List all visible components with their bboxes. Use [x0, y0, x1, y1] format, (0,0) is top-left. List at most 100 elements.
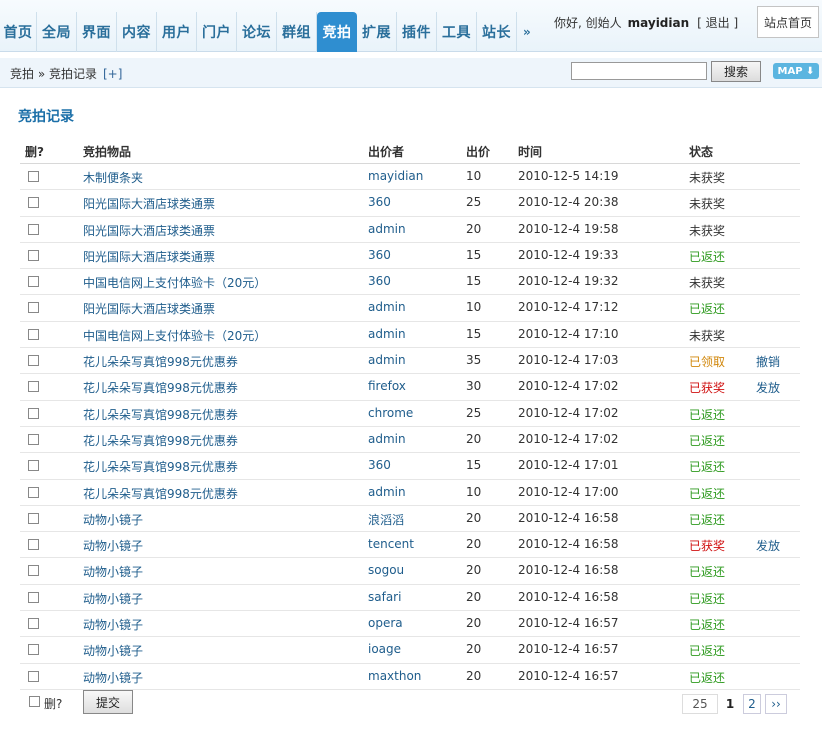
row-action-link[interactable]: 发放: [756, 537, 780, 554]
bidder-link[interactable]: tencent: [368, 537, 414, 551]
status-text: 未获奖: [689, 223, 726, 238]
row-action-link[interactable]: 发放: [756, 379, 780, 396]
nav-tab[interactable]: 站长: [477, 12, 517, 52]
item-link[interactable]: 动物小镜子: [83, 616, 143, 633]
item-link[interactable]: 花儿朵朵写真馆998元优惠券: [83, 432, 238, 449]
row-delete-checkbox[interactable]: [28, 565, 39, 577]
bidder-link[interactable]: maxthon: [368, 669, 421, 683]
item-link[interactable]: 阳光国际大酒店球类通票: [83, 195, 215, 212]
search-button[interactable]: 搜索: [711, 61, 761, 82]
row-delete-checkbox[interactable]: [28, 171, 39, 182]
item-link[interactable]: 花儿朵朵写真馆998元优惠券: [83, 458, 238, 475]
bidder-link[interactable]: admin: [368, 432, 406, 446]
site-home-button[interactable]: 站点首页: [757, 6, 819, 38]
add-shortcut-link[interactable]: [+]: [103, 67, 122, 81]
table-row: 阳光国际大酒店球类通票 360 25 2010-12-4 20:38 未获奖: [20, 190, 800, 217]
status-text: 已返还: [689, 433, 726, 448]
row-action-link[interactable]: 撤销: [756, 353, 780, 370]
nav-tab[interactable]: 用户: [157, 12, 197, 52]
bidder-link[interactable]: 360: [368, 458, 391, 472]
item-link[interactable]: 中国电信网上支付体验卡（20元）: [83, 274, 266, 291]
bidder-link[interactable]: mayidian: [368, 169, 423, 183]
row-delete-checkbox[interactable]: [28, 381, 39, 393]
bidder-link[interactable]: safari: [368, 590, 401, 604]
bid-time: 2010-12-4 19:33: [518, 247, 619, 262]
bid-time: 2010-12-4 17:12: [518, 300, 619, 315]
nav-tab[interactable]: 界面: [77, 12, 117, 52]
row-delete-checkbox[interactable]: [28, 433, 39, 445]
item-link[interactable]: 花儿朵朵写真馆998元优惠券: [83, 406, 238, 423]
item-link[interactable]: 花儿朵朵写真馆998元优惠券: [83, 485, 238, 502]
bid-price: 20: [466, 616, 482, 631]
row-delete-checkbox[interactable]: [28, 618, 39, 630]
nav-tab[interactable]: 门户: [197, 12, 237, 52]
nav-tab[interactable]: 首页: [0, 12, 37, 52]
row-delete-checkbox[interactable]: [28, 328, 39, 340]
row-delete-checkbox[interactable]: [28, 223, 39, 235]
bidder-link[interactable]: sogou: [368, 563, 404, 577]
row-delete-checkbox[interactable]: [28, 591, 39, 603]
bidder-link[interactable]: ioage: [368, 642, 401, 656]
item-link[interactable]: 动物小镜子: [83, 511, 143, 528]
item-link[interactable]: 花儿朵朵写真馆998元优惠券: [83, 379, 238, 396]
top-navigation: 首页 全局 界面 内容 用户 门户 论坛 群组 竞拍 扩展 插件 工具 站长» 你好, 创始人 mayid…: [0, 0, 822, 52]
bidder-link[interactable]: 360: [368, 195, 391, 209]
item-link[interactable]: 动物小镜子: [83, 642, 143, 659]
row-delete-checkbox[interactable]: [28, 276, 39, 288]
row-delete-checkbox[interactable]: [28, 249, 39, 261]
bidder-link[interactable]: 360: [368, 274, 391, 288]
item-link[interactable]: 动物小镜子: [83, 537, 143, 554]
bidder-link[interactable]: firefox: [368, 379, 406, 393]
nav-tab[interactable]: 插件: [397, 12, 437, 52]
search-input[interactable]: [571, 62, 707, 80]
bid-price: 25: [466, 195, 482, 210]
item-link[interactable]: 木制便条夹: [83, 169, 143, 186]
row-delete-checkbox[interactable]: [28, 670, 39, 682]
nav-more-button[interactable]: »: [517, 12, 537, 52]
item-link[interactable]: 动物小镜子: [83, 669, 143, 686]
bidder-link[interactable]: 浪滔滔: [368, 511, 404, 528]
bidder-link[interactable]: admin: [368, 353, 406, 367]
header-time: 时间: [518, 145, 543, 159]
bid-price: 25: [466, 405, 482, 420]
bid-time: 2010-12-4 16:58: [518, 563, 619, 578]
pager-page-link[interactable]: 2: [743, 694, 761, 714]
row-delete-checkbox[interactable]: [28, 486, 39, 498]
item-link[interactable]: 动物小镜子: [83, 563, 143, 580]
bidder-link[interactable]: 360: [368, 248, 391, 262]
submit-button[interactable]: 提交: [83, 690, 133, 714]
bid-time: 2010-12-4 17:02: [518, 379, 619, 394]
row-delete-checkbox[interactable]: [28, 197, 39, 209]
logout-link[interactable]: [ 退出 ]: [697, 16, 738, 30]
item-link[interactable]: 阳光国际大酒店球类通票: [83, 248, 215, 265]
nav-tab[interactable]: 工具: [437, 12, 477, 52]
select-all-checkbox[interactable]: [29, 696, 40, 707]
map-button[interactable]: MAP ⬇: [773, 63, 819, 79]
item-link[interactable]: 中国电信网上支付体验卡（20元）: [83, 327, 266, 344]
row-delete-checkbox[interactable]: [28, 355, 39, 367]
bidder-link[interactable]: admin: [368, 485, 406, 499]
row-delete-checkbox[interactable]: [28, 302, 39, 314]
nav-tab[interactable]: 内容: [117, 12, 157, 52]
nav-tab[interactable]: 竞拍: [317, 12, 357, 52]
nav-tab[interactable]: 全局: [37, 12, 77, 52]
item-link[interactable]: 花儿朵朵写真馆998元优惠券: [83, 353, 238, 370]
row-delete-checkbox[interactable]: [28, 512, 39, 524]
pager-next-button[interactable]: ››: [765, 694, 787, 714]
item-link[interactable]: 动物小镜子: [83, 590, 143, 607]
item-link[interactable]: 阳光国际大酒店球类通票: [83, 300, 215, 317]
bidder-link[interactable]: admin: [368, 222, 406, 236]
row-delete-checkbox[interactable]: [28, 407, 39, 419]
row-delete-checkbox[interactable]: [28, 644, 39, 656]
item-link[interactable]: 阳光国际大酒店球类通票: [83, 222, 215, 239]
row-delete-checkbox[interactable]: [28, 460, 39, 472]
bidder-link[interactable]: admin: [368, 327, 406, 341]
bidder-link[interactable]: admin: [368, 300, 406, 314]
nav-tab[interactable]: 论坛: [237, 12, 277, 52]
nav-tab[interactable]: 扩展: [357, 12, 397, 52]
bidder-link[interactable]: chrome: [368, 406, 413, 420]
bid-time: 2010-12-4 19:32: [518, 274, 619, 289]
row-delete-checkbox[interactable]: [28, 539, 39, 551]
bidder-link[interactable]: opera: [368, 616, 403, 630]
nav-tab[interactable]: 群组: [277, 12, 317, 52]
